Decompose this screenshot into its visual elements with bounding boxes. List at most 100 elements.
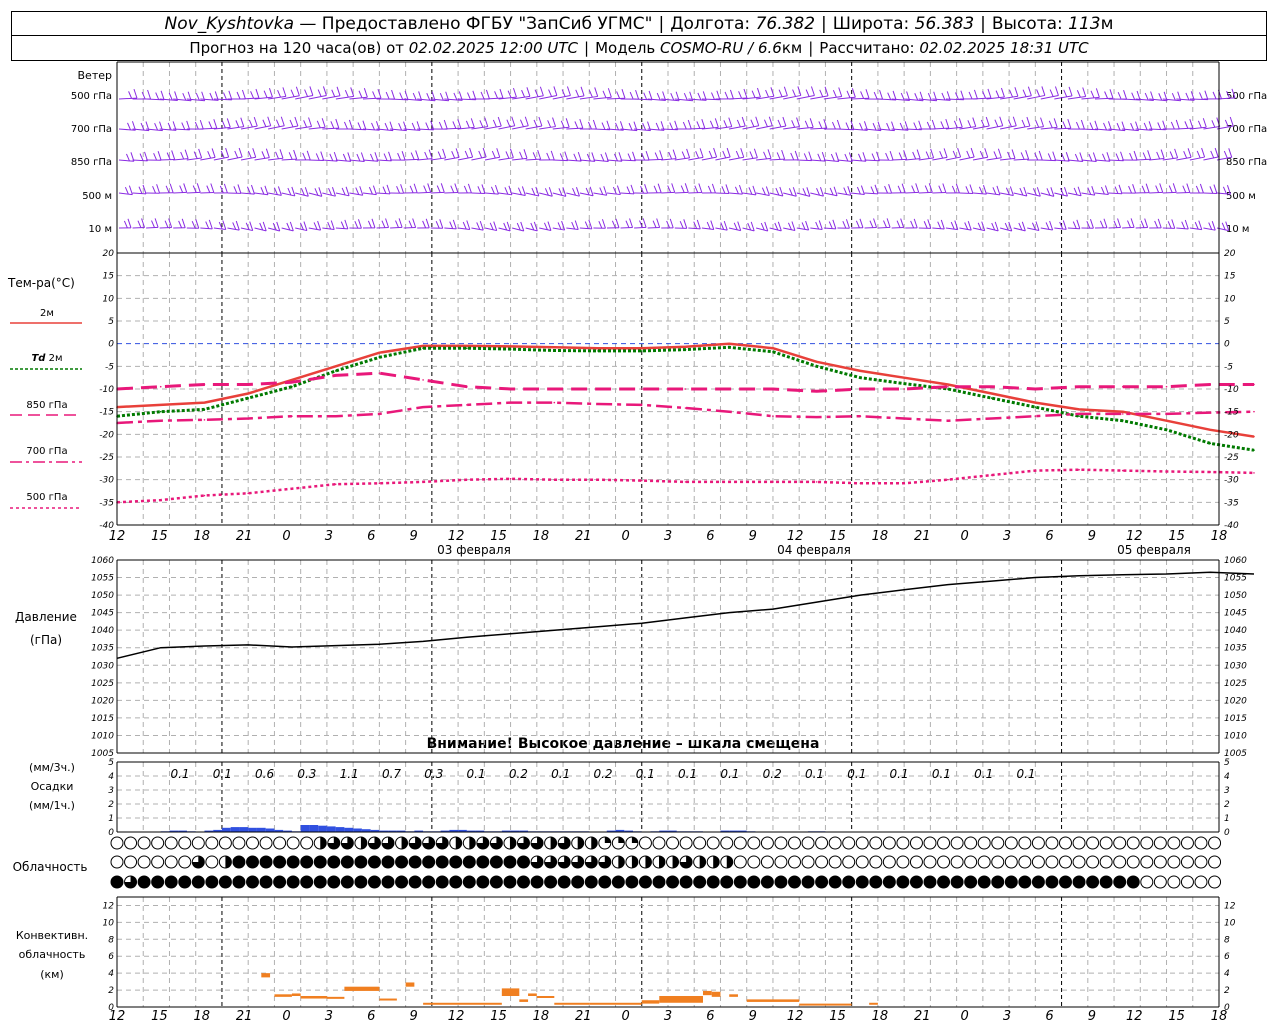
wind-barb-feather [804,120,809,129]
wind-level-500hpa: 500 гПа [71,91,112,102]
cloud-middle-fill [436,856,449,868]
wind-barb-feather [625,220,630,228]
wind-barb-feather [371,218,376,228]
wind-barb-feather [684,183,689,193]
y-tick-left-press: 1050 [91,591,114,601]
cloud-high-sector [550,837,557,849]
wind-barb-feather [440,183,445,193]
y-tick-right-temp: -10 [1224,385,1239,395]
cloud-low-fill [1113,876,1126,888]
wind-barb-feather [1063,89,1068,98]
wind-barb-feather [645,150,650,161]
y-tick-right-press: 1045 [1224,609,1247,619]
wind-barb-feather [357,219,362,229]
wind-barb-feather [282,87,287,97]
y-tick-left-temp: -25 [99,453,114,463]
wind-barb [1067,159,1083,162]
temp-point [159,404,162,406]
wind-barb-feather [918,120,923,130]
wind-barb-feather [1171,219,1176,229]
temp-point [247,417,249,420]
wind-barb-feather [815,221,820,230]
wind-barb-feather [973,89,978,100]
cloud-middle [1140,855,1154,869]
time-tick-bottom: 0 [621,1009,629,1024]
wind-barb-feather [1154,220,1159,229]
wind-barb [200,156,216,161]
cloud-low-fill [978,876,991,888]
cloud-middle [909,855,923,869]
wind-barb [728,192,743,195]
wind-barb-feather [538,116,543,127]
precip-label: Осадки [31,780,74,793]
time-tick-top: 18 [193,529,210,544]
time-tick-bottom: 21 [236,1009,253,1024]
wind-barb-feather [309,86,314,96]
temp-point [378,413,381,415]
wind-barb [1162,157,1178,161]
wind-barb-feather [537,149,542,160]
wind-barb-feather [1167,221,1172,229]
wind-barb-feather [589,186,594,196]
wind-barb-feather [427,183,432,193]
temp-point [1165,413,1168,415]
cloud-low-fill [869,876,882,888]
wind-barb-feather [994,221,999,232]
wind-barb-feather [437,151,442,159]
wind-barb-feather [809,118,814,128]
wind-barb-feather [621,89,626,99]
cloud-middle [991,855,1005,869]
temp-point [159,385,162,388]
cloud-low-fill [111,876,123,888]
wind-barb-feather [682,121,687,130]
temp-point [990,397,993,399]
wind-barb [742,227,755,232]
wind-barb-feather [738,184,743,195]
wind-barb-feather [1000,87,1005,98]
wind-barb [878,226,891,229]
wind-barb [606,159,622,162]
wind-barb-feather [843,187,848,195]
temp-point [1253,472,1255,474]
wind-barb-feather [592,119,597,130]
y-tick-left-press: 1040 [91,626,114,636]
y-tick-left-temp: 0 [108,340,114,350]
wind-barb-feather [546,152,551,161]
wind-barb-feather [594,87,599,97]
temp-point [1253,449,1255,452]
temp-point [815,416,818,418]
convective-segment [501,988,520,996]
cloud-low-fill [585,876,598,888]
temp-point [334,374,337,377]
wind-barb-feather [1199,92,1203,100]
wind-barb [1013,192,1027,197]
cloud-middle [801,855,815,869]
wind-barb-feather [302,152,307,161]
temp-point [334,483,337,486]
wind-barb-feather [741,116,746,127]
wind-barb-feather [992,187,997,195]
cloud-low-fill [1045,876,1058,888]
wind-barb [593,192,607,196]
wind-barb-feather [1145,183,1150,193]
wind-barb-feather [182,93,187,101]
temp-point [1121,413,1124,415]
wind-barb-feather [982,91,987,99]
wind-barb-feather [156,184,161,194]
wind-level-500hpa-right: 500 гПа [1226,91,1267,102]
cloud-middle [1153,855,1167,869]
wind-barb-feather [913,122,918,130]
precip-3h-total: 1.1 [340,767,359,781]
wind-barb-feather [520,221,525,232]
temp-label: Тем-ра(°С) [7,276,75,290]
cloud-middle [923,855,937,869]
y-tick-left-conv: 8 [108,935,114,945]
wind-barb-feather [972,117,977,127]
wind-barb-feather [709,120,714,129]
wind-barb-feather [235,120,240,128]
cloud-middle [1086,855,1100,869]
time-tick-bottom: 6 [1045,1009,1053,1024]
wind-barb-feather [318,187,323,197]
wind-barb [308,159,324,162]
wind-barb-feather [652,220,657,228]
